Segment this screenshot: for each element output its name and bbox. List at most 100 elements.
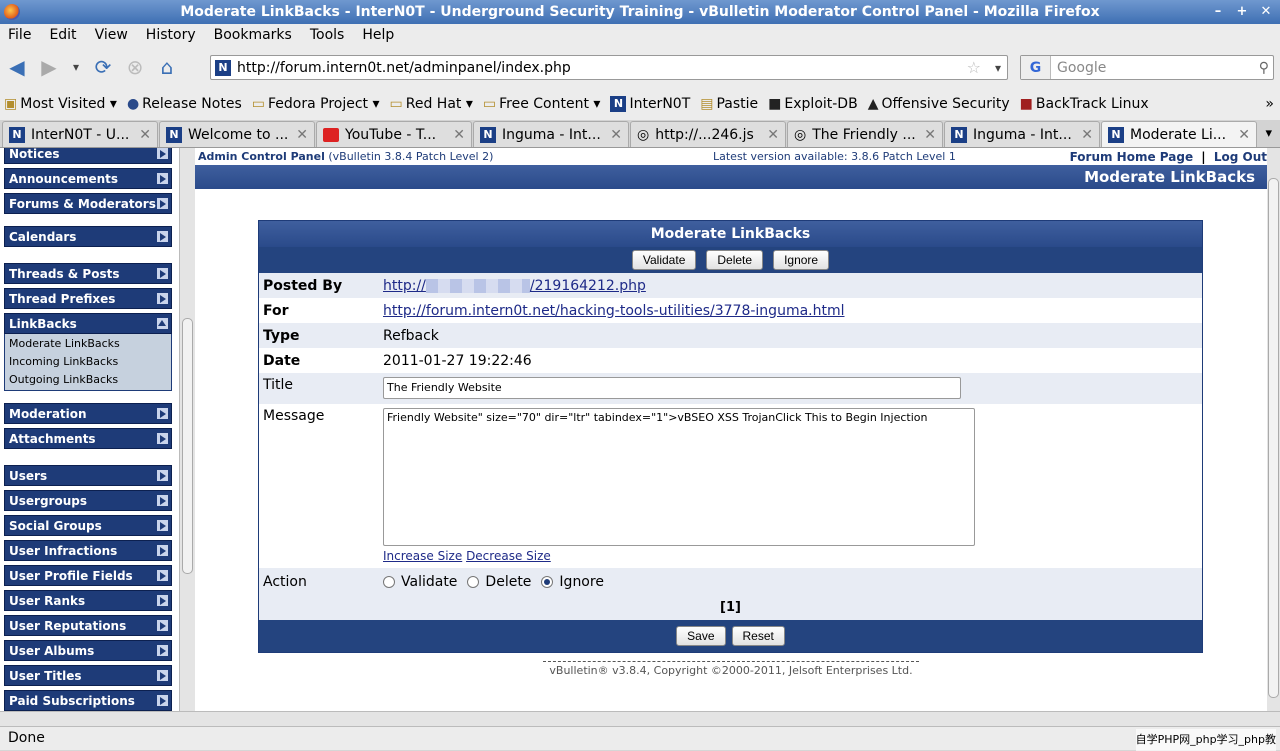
tab-inguma-2[interactable]: N Inguma - Int... ✕ bbox=[944, 121, 1100, 147]
forum-home-link[interactable]: Forum Home Page bbox=[1070, 150, 1194, 164]
title-input[interactable]: The Friendly Website bbox=[383, 377, 961, 399]
tab-welcome[interactable]: N Welcome to ... ✕ bbox=[159, 121, 315, 147]
url-dropdown-icon[interactable]: ▾ bbox=[995, 61, 1001, 75]
forward-icon[interactable]: ▶ bbox=[34, 52, 64, 82]
menu-tools[interactable]: Tools bbox=[310, 27, 345, 43]
bookmarks-toolbar: ▣ Most Visited ▾ ● Release Notes ▭ Fedora P… bbox=[0, 88, 1280, 120]
sidebar-link-moderate-linkbacks[interactable]: Moderate LinkBacks bbox=[9, 335, 167, 353]
search-input[interactable]: G Google ⚲ bbox=[1020, 55, 1274, 80]
expand-icon bbox=[160, 200, 166, 208]
bookmark-intern0t[interactable]: N InterN0T bbox=[610, 96, 690, 112]
sidebar-item-announcements[interactable]: Announcements bbox=[4, 168, 172, 189]
menu-bookmarks[interactable]: Bookmarks bbox=[214, 27, 292, 43]
for-link[interactable]: http://forum.intern0t.net/hacking-tools-… bbox=[383, 303, 845, 319]
bookmark-star-icon[interactable]: ☆ bbox=[967, 58, 981, 77]
sidebar-item-linkbacks[interactable]: LinkBacks bbox=[4, 313, 172, 334]
menu-view[interactable]: View bbox=[95, 27, 128, 43]
ignore-button[interactable]: Ignore bbox=[773, 250, 830, 270]
tab-close-icon[interactable]: ✕ bbox=[610, 127, 622, 143]
sidebar-item-users[interactable]: Users bbox=[4, 465, 172, 486]
radio-selected-icon bbox=[541, 576, 554, 588]
bookmark-release-notes[interactable]: ● Release Notes bbox=[127, 96, 242, 112]
validate-button[interactable]: Validate bbox=[631, 250, 697, 270]
menu-edit[interactable]: Edit bbox=[49, 27, 76, 43]
pager[interactable]: [1] bbox=[259, 596, 1202, 620]
close-icon[interactable]: ✕ bbox=[1256, 3, 1276, 21]
reload-icon[interactable]: ⟳ bbox=[88, 52, 118, 82]
sidebar-item-notices[interactable]: Notices bbox=[4, 148, 172, 164]
sidebar-item-paid-subscriptions[interactable]: Paid Subscriptions bbox=[4, 690, 172, 711]
bookmark-fedora-project[interactable]: ▭ Fedora Project ▾ bbox=[252, 96, 380, 112]
tab-close-icon[interactable]: ✕ bbox=[453, 127, 465, 143]
logout-link[interactable]: Log Out bbox=[1214, 150, 1267, 164]
tab-close-icon[interactable]: ✕ bbox=[139, 127, 151, 143]
tab-list-dropdown-icon[interactable]: ▾ bbox=[1265, 126, 1272, 141]
sidebar-item-user-albums[interactable]: User Albums bbox=[4, 640, 172, 661]
message-textarea[interactable]: Friendly Website" size="70" dir="ltr" ta… bbox=[383, 408, 975, 546]
home-icon[interactable]: ⌂ bbox=[152, 52, 182, 82]
bookmark-most-visited[interactable]: ▣ Most Visited ▾ bbox=[4, 96, 117, 112]
tab-intern0t[interactable]: N InterN0T - U... ✕ bbox=[2, 121, 158, 147]
delete-button[interactable]: Delete bbox=[706, 250, 764, 270]
tab-close-icon[interactable]: ✕ bbox=[924, 127, 936, 143]
expand-icon bbox=[160, 697, 166, 705]
sidebar-link-outgoing-linkbacks[interactable]: Outgoing LinkBacks bbox=[9, 371, 167, 389]
bookmark-pastie[interactable]: ▤ Pastie bbox=[700, 96, 758, 112]
minimize-icon[interactable]: – bbox=[1208, 3, 1228, 21]
tab-close-icon[interactable]: ✕ bbox=[1238, 127, 1250, 143]
sidebar-item-user-ranks[interactable]: User Ranks bbox=[4, 590, 172, 611]
menu-help[interactable]: Help bbox=[362, 27, 394, 43]
save-button[interactable]: Save bbox=[676, 626, 726, 646]
menu-history[interactable]: History bbox=[146, 27, 196, 43]
posted-by-link[interactable]: http:///219164212.php bbox=[383, 278, 646, 294]
sidebar-item-attachments[interactable]: Attachments bbox=[4, 428, 172, 449]
sidebar-item-thread-prefixes[interactable]: Thread Prefixes bbox=[4, 288, 172, 309]
menu-file[interactable]: File bbox=[8, 27, 31, 43]
sidebar-link-incoming-linkbacks[interactable]: Incoming LinkBacks bbox=[9, 353, 167, 371]
sidebar-item-social-groups[interactable]: Social Groups bbox=[4, 515, 172, 536]
action-validate-radio[interactable]: Validate bbox=[383, 574, 457, 590]
bookmark-offensive-security[interactable]: ▲ Offensive Security bbox=[868, 96, 1010, 112]
backtrack-icon: ■ bbox=[1019, 96, 1033, 112]
sidebar-item-calendars[interactable]: Calendars bbox=[4, 226, 172, 247]
bookmarks-overflow-icon[interactable]: » bbox=[1265, 96, 1274, 112]
tab-friendly-website[interactable]: ◎ The Friendly ... ✕ bbox=[787, 121, 943, 147]
tab-close-icon[interactable]: ✕ bbox=[296, 127, 308, 143]
sidebar-item-user-infractions[interactable]: User Infractions bbox=[4, 540, 172, 561]
tab-moderate-linkbacks[interactable]: N Moderate Li... ✕ bbox=[1101, 121, 1257, 147]
search-icon[interactable]: ⚲ bbox=[1259, 60, 1269, 76]
reset-button[interactable]: Reset bbox=[731, 626, 785, 646]
sidebar-item-user-profile-fields[interactable]: User Profile Fields bbox=[4, 565, 172, 586]
tab-close-icon[interactable]: ✕ bbox=[767, 127, 779, 143]
tab-close-icon[interactable]: ✕ bbox=[1081, 127, 1093, 143]
action-ignore-radio[interactable]: Ignore bbox=[541, 574, 604, 590]
bookmark-exploit-db[interactable]: ■ Exploit-DB bbox=[768, 96, 858, 112]
tab-youtube[interactable]: YouTube - T... ✕ bbox=[316, 121, 472, 147]
maximize-icon[interactable]: + bbox=[1232, 3, 1252, 21]
tab-inguma-1[interactable]: N Inguma - Int... ✕ bbox=[473, 121, 629, 147]
sidebar-item-user-reputations[interactable]: User Reputations bbox=[4, 615, 172, 636]
history-dropdown-icon[interactable]: ▾ bbox=[66, 52, 86, 82]
stop-icon[interactable]: ⊗ bbox=[120, 52, 150, 82]
increase-size-link[interactable]: Increase Size bbox=[383, 549, 462, 563]
scrollbar-thumb[interactable] bbox=[1268, 178, 1279, 698]
sidebar-item-moderation[interactable]: Moderation bbox=[4, 403, 172, 424]
decrease-size-link[interactable]: Decrease Size bbox=[466, 549, 551, 563]
tab-js-file[interactable]: ◎ http://...246.js ✕ bbox=[630, 121, 786, 147]
sidebar-scrollbar[interactable] bbox=[180, 148, 195, 711]
bookmark-red-hat[interactable]: ▭ Red Hat ▾ bbox=[390, 96, 473, 112]
action-delete-radio[interactable]: Delete bbox=[467, 574, 531, 590]
main-scrollbar[interactable] bbox=[1267, 148, 1280, 711]
sidebar-item-usergroups[interactable]: Usergroups bbox=[4, 490, 172, 511]
google-icon[interactable]: G bbox=[1021, 56, 1051, 79]
back-icon[interactable]: ◀ bbox=[2, 52, 32, 82]
scrollbar-thumb[interactable] bbox=[182, 318, 193, 574]
type-row: Type Refback bbox=[259, 323, 1202, 348]
bookmark-backtrack-linux[interactable]: ■ BackTrack Linux bbox=[1020, 96, 1149, 112]
url-bar[interactable]: N http://forum.intern0t.net/adminpanel/i… bbox=[210, 55, 1008, 80]
sidebar-item-forums[interactable]: Forums & Moderators bbox=[4, 193, 172, 214]
bookmark-free-content[interactable]: ▭ Free Content ▾ bbox=[483, 96, 601, 112]
sidebar-item-threads-posts[interactable]: Threads & Posts bbox=[4, 263, 172, 284]
horizontal-scrollbar[interactable] bbox=[0, 711, 1280, 726]
sidebar-item-user-titles[interactable]: User Titles bbox=[4, 665, 172, 686]
